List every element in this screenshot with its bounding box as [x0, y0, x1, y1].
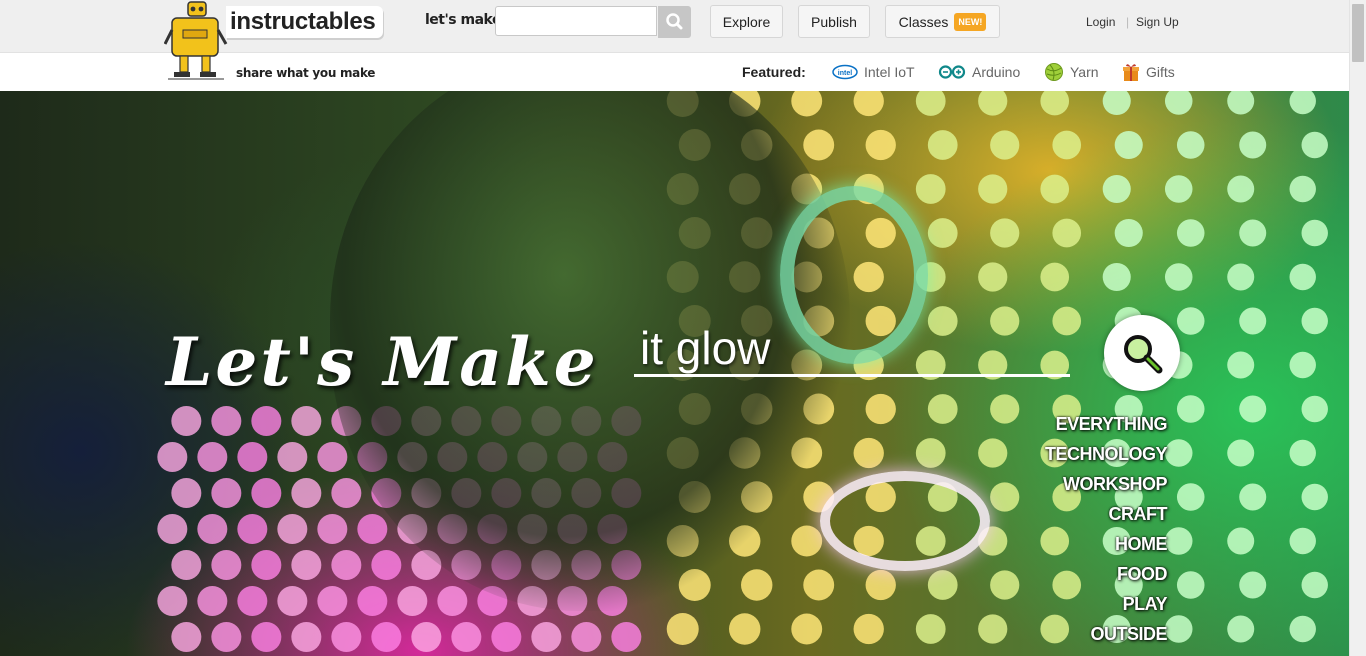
classes-label: Classes: [898, 14, 949, 30]
page-scrollbar[interactable]: [1349, 0, 1366, 656]
yarn-icon: [1045, 63, 1063, 81]
glowing-ring-image: [820, 471, 990, 571]
explore-button[interactable]: Explore: [710, 5, 783, 38]
category-link-workshop[interactable]: WORKSHOP: [1063, 474, 1168, 495]
intel-icon: intel: [832, 64, 858, 80]
featured-item-yarn[interactable]: Yarn: [1044, 62, 1099, 82]
site-tagline: share what you make: [236, 66, 376, 80]
signup-link[interactable]: Sign Up: [1136, 15, 1179, 29]
gift-icon: [1123, 64, 1139, 81]
category-link-food[interactable]: FOOD: [1117, 564, 1168, 585]
login-link[interactable]: Login: [1086, 15, 1115, 29]
category-link-home[interactable]: HOME: [1115, 534, 1168, 555]
category-link-everything[interactable]: EVERYTHING: [1056, 414, 1168, 435]
svg-text:intel: intel: [838, 70, 852, 77]
robot-logo-icon[interactable]: [164, 0, 228, 84]
link-separator: |: [1126, 15, 1130, 29]
header-search-input[interactable]: [495, 6, 657, 36]
category-link-technology[interactable]: TECHNOLOGY: [1045, 444, 1168, 465]
hero-banner: Let's Make EVERYTHING TECHNOLOGY WORKSHO…: [0, 91, 1349, 656]
featured-item-label: Intel IoT: [864, 64, 915, 80]
magnifier-icon: [1124, 335, 1163, 374]
lets-make-label: let's make: [425, 12, 501, 28]
classes-button[interactable]: Classes NEW!: [885, 5, 1000, 38]
search-icon: [666, 13, 683, 30]
featured-item-label: Yarn: [1070, 64, 1099, 80]
arduino-icon: [938, 65, 966, 79]
scrollbar-thumb[interactable]: [1352, 4, 1364, 62]
site-logo-text[interactable]: instructables: [226, 6, 384, 38]
hero-search-button[interactable]: [1104, 315, 1180, 391]
hero-search-input[interactable]: [634, 321, 1070, 377]
featured-item-arduino[interactable]: Arduino: [938, 62, 1020, 82]
featured-label: Featured:: [742, 64, 806, 80]
category-link-craft[interactable]: CRAFT: [1109, 504, 1168, 525]
featured-item-gifts[interactable]: Gifts: [1122, 62, 1175, 82]
new-badge: NEW!: [954, 13, 987, 31]
hero-title: Let's Make: [166, 323, 599, 401]
featured-item-label: Arduino: [972, 64, 1021, 80]
featured-item-intel-iot[interactable]: intel Intel IoT: [832, 62, 915, 82]
featured-item-label: Gifts: [1146, 64, 1175, 80]
header-search-button[interactable]: [658, 6, 691, 38]
publish-button[interactable]: Publish: [798, 5, 870, 38]
category-link-outside[interactable]: OUTSIDE: [1090, 624, 1167, 645]
category-link-play[interactable]: PLAY: [1123, 594, 1168, 615]
